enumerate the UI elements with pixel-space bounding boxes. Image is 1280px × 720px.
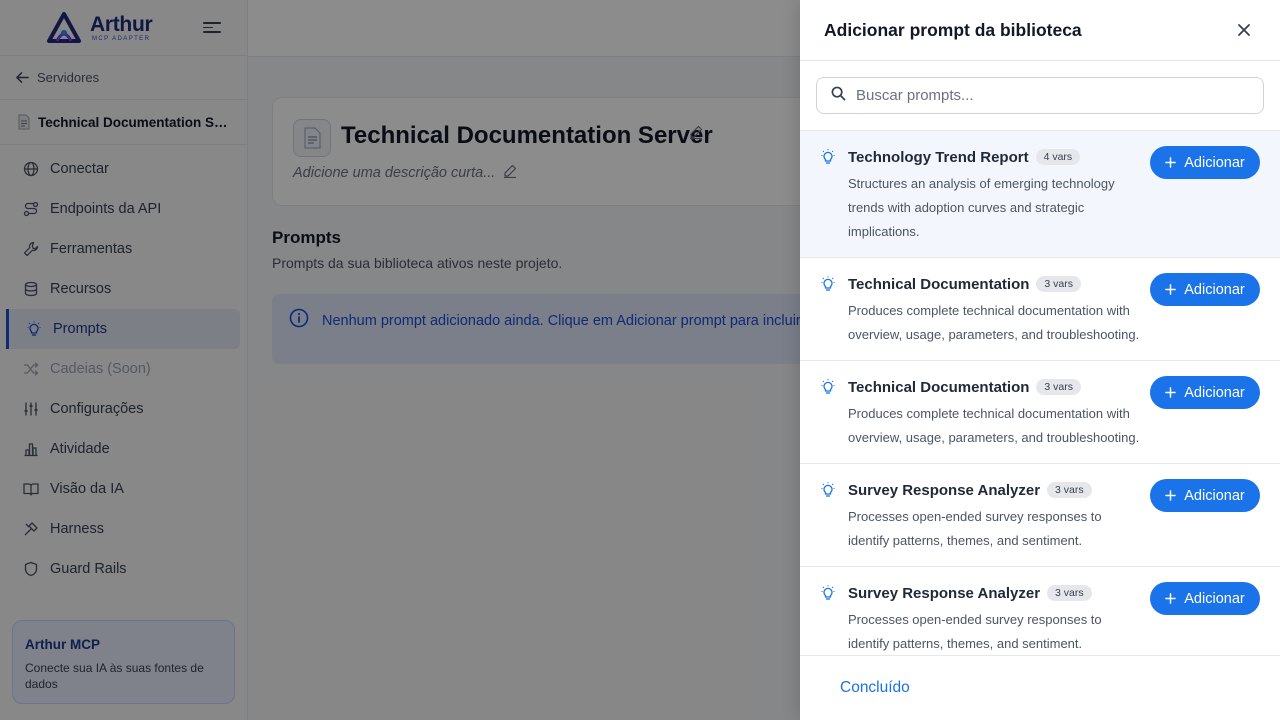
search-section [800, 61, 1280, 131]
prompt-description: Processes open-ended survey responses to… [848, 612, 1102, 651]
plus-icon [1165, 284, 1177, 295]
prompt-list: Technology Trend Report 4 vars Structures… [800, 131, 1280, 655]
add-prompt-button[interactable]: Adicionar [1150, 479, 1260, 512]
lightbulb-icon [820, 149, 836, 170]
vars-badge: 3 vars [1036, 379, 1082, 395]
plus-icon [1165, 157, 1177, 168]
vars-badge: 3 vars [1047, 482, 1092, 498]
prompt-item: Technical Documentation 3 vars Produces c… [800, 361, 1280, 464]
vars-badge: 3 vars [1047, 585, 1092, 601]
prompt-item: Technical Documentation 3 vars Produces c… [800, 258, 1280, 361]
prompt-name: Technical Documentation [848, 378, 1030, 396]
add-prompt-button[interactable]: Adicionar [1150, 582, 1260, 615]
done-button[interactable]: Concluído [840, 679, 910, 697]
drawer-footer: Concluído [800, 655, 1280, 720]
add-prompt-button[interactable]: Adicionar [1150, 273, 1260, 306]
prompt-item: Survey Response Analyzer 3 vars Processes… [800, 464, 1280, 567]
vars-badge: 4 vars [1035, 149, 1081, 165]
add-button-label: Adicionar [1184, 154, 1245, 171]
close-icon[interactable] [1232, 18, 1256, 42]
prompt-name: Survey Response Analyzer [848, 584, 1041, 602]
prompt-name: Survey Response Analyzer [848, 481, 1041, 499]
add-button-label: Adicionar [1184, 281, 1245, 298]
plus-icon [1165, 387, 1177, 398]
add-prompt-button[interactable]: Adicionar [1150, 146, 1260, 179]
add-button-label: Adicionar [1184, 590, 1245, 607]
search-input[interactable] [856, 87, 1236, 104]
prompt-description: Processes open-ended survey responses to… [848, 509, 1102, 548]
prompt-name: Technology Trend Report [848, 148, 1029, 166]
prompt-item: Technology Trend Report 4 vars Structures… [800, 131, 1280, 258]
plus-icon [1165, 593, 1177, 604]
prompt-name: Technical Documentation [848, 275, 1030, 293]
lightbulb-icon [820, 585, 836, 606]
drawer-title: Adicionar prompt da biblioteca [824, 19, 1082, 40]
prompt-description: Produces complete technical documentatio… [848, 406, 1140, 445]
prompt-description: Structures an analysis of emerging techn… [848, 176, 1115, 239]
prompt-item: Survey Response Analyzer 3 vars Processes… [800, 567, 1280, 655]
plus-icon [1165, 490, 1177, 501]
add-button-label: Adicionar [1184, 384, 1245, 401]
search-icon [831, 86, 846, 106]
add-prompt-button[interactable]: Adicionar [1150, 376, 1260, 409]
prompt-description: Produces complete technical documentatio… [848, 303, 1140, 342]
add-prompt-drawer: Adicionar prompt da biblioteca Technolog… [800, 0, 1280, 720]
lightbulb-icon [820, 379, 836, 400]
drawer-header: Adicionar prompt da biblioteca [800, 0, 1280, 61]
vars-badge: 3 vars [1036, 276, 1082, 292]
add-button-label: Adicionar [1184, 487, 1245, 504]
search-box [816, 77, 1264, 114]
lightbulb-icon [820, 482, 836, 503]
lightbulb-icon [820, 276, 836, 297]
